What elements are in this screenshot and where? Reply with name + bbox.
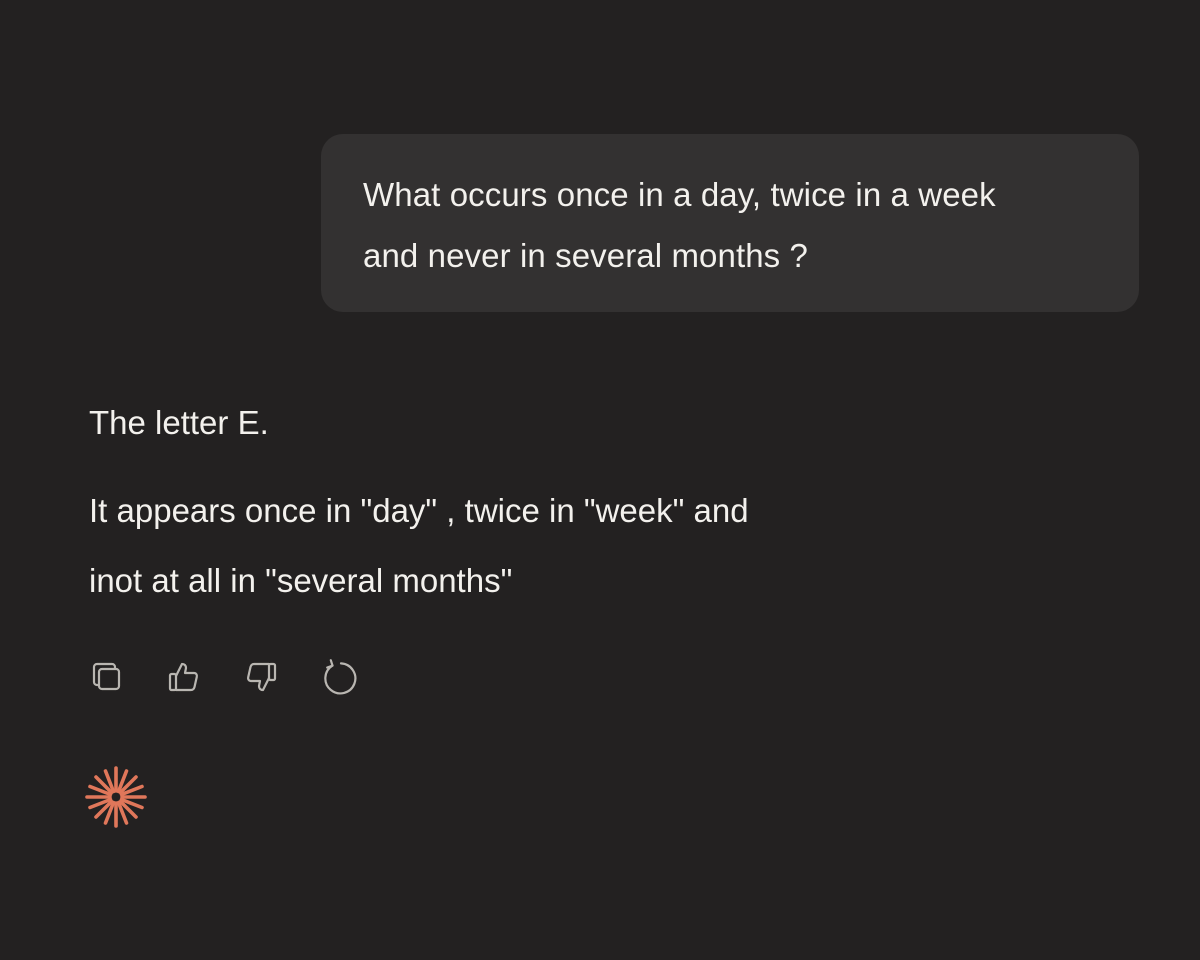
retry-icon [324,659,357,695]
thumbs-down-button[interactable] [240,656,282,698]
copy-icon [92,662,121,691]
retry-button[interactable] [317,656,359,698]
user-message-bubble: What occurs once in a day, twice in a we… [321,134,1139,312]
assistant-answer: The letter E. [89,404,269,441]
copy-button[interactable] [86,656,128,698]
thumbs-up-button[interactable] [163,656,205,698]
thumbs-down-icon [246,662,277,692]
message-action-bar [86,656,394,698]
thumbs-up-icon [168,662,199,692]
assistant-message: The letter E. It appears once in "day" ,… [89,401,1089,603]
spark-icon [85,766,147,828]
assistant-explanation-line-1: It appears once in "day" , twice in "wee… [89,492,749,529]
user-message-text: What occurs once in a day, twice in a we… [363,176,996,274]
chat-area: What occurs once in a day, twice in a we… [0,0,1200,960]
assistant-explanation-line-2: inot at all in "several months" [89,562,513,599]
